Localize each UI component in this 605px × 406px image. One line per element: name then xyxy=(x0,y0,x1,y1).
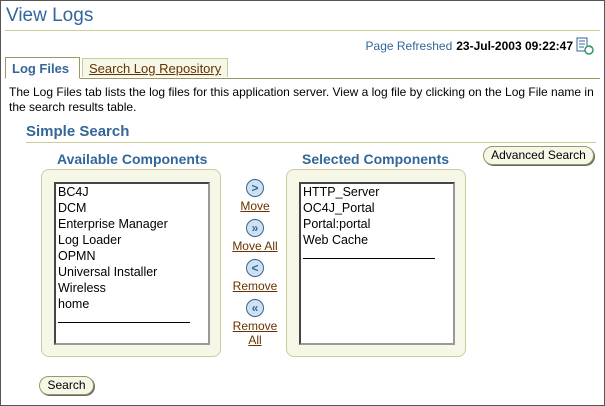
move-all-link[interactable]: Move All xyxy=(227,239,283,253)
refresh-page-icon[interactable] xyxy=(576,37,594,55)
arrow-left-icon[interactable]: < xyxy=(246,259,264,277)
remove-all-control[interactable]: « Remove All xyxy=(227,299,283,347)
double-arrow-right-icon[interactable]: » xyxy=(246,219,264,237)
refresh-label: Page Refreshed xyxy=(365,39,453,53)
list-item[interactable]: BC4J xyxy=(56,184,208,200)
arrow-right-icon[interactable]: > xyxy=(246,179,264,197)
list-item[interactable]: Log Loader xyxy=(56,232,208,248)
selected-components-listbox[interactable]: HTTP_Server OC4J_Portal Portal:portal We… xyxy=(299,182,455,345)
view-logs-page: View Logs Page Refreshed 23-Jul-2003 09:… xyxy=(0,0,605,406)
remove-all-link[interactable]: Remove All xyxy=(227,319,283,347)
available-components-panel: BC4J DCM Enterprise Manager Log Loader O… xyxy=(41,169,221,357)
simple-search-heading: Simple Search xyxy=(26,123,130,140)
page-refreshed-info: Page Refreshed 23-Jul-2003 09:22:47 xyxy=(366,37,594,55)
remove-link[interactable]: Remove xyxy=(227,279,283,293)
tab-log-files[interactable]: Log Files xyxy=(5,57,80,79)
selected-components-panel: HTTP_Server OC4J_Portal Portal:portal We… xyxy=(286,169,466,357)
advanced-search-button[interactable]: Advanced Search xyxy=(483,146,594,165)
remove-control[interactable]: < Remove xyxy=(227,259,283,293)
selected-components-heading: Selected Components xyxy=(302,151,450,167)
section-divider xyxy=(26,142,596,143)
list-item[interactable]: Wireless xyxy=(56,280,208,296)
tab-bar: Log Files Search Log Repository xyxy=(5,57,600,79)
remove-all-link-line1[interactable]: Remove xyxy=(233,319,278,333)
list-separator xyxy=(303,258,435,259)
list-item[interactable]: Enterprise Manager xyxy=(56,216,208,232)
shuttle-controls: > Move » Move All < Remove « Remove All xyxy=(227,179,283,347)
list-separator xyxy=(58,322,190,323)
list-item[interactable]: Web Cache xyxy=(301,232,453,248)
tab-search-log-repository[interactable]: Search Log Repository xyxy=(82,58,229,77)
refresh-timestamp: 23-Jul-2003 09:22:47 xyxy=(456,39,573,53)
list-item[interactable]: HTTP_Server xyxy=(301,184,453,200)
list-item[interactable]: Universal Installer xyxy=(56,264,208,280)
list-item[interactable]: home xyxy=(56,296,208,312)
title-divider xyxy=(5,30,600,31)
list-item[interactable]: OPMN xyxy=(56,248,208,264)
remove-all-link-line2[interactable]: All xyxy=(248,333,261,347)
list-item[interactable]: OC4J_Portal xyxy=(301,200,453,216)
tab-description: The Log Files tab lists the log files fo… xyxy=(9,85,594,114)
move-all-control[interactable]: » Move All xyxy=(227,219,283,253)
list-item[interactable]: DCM xyxy=(56,200,208,216)
double-arrow-left-icon[interactable]: « xyxy=(246,299,264,317)
page-title: View Logs xyxy=(6,5,94,26)
list-item[interactable]: Portal:portal xyxy=(301,216,453,232)
available-components-heading: Available Components xyxy=(57,151,208,167)
available-components-listbox[interactable]: BC4J DCM Enterprise Manager Log Loader O… xyxy=(54,182,210,345)
move-control[interactable]: > Move xyxy=(227,179,283,213)
search-button[interactable]: Search xyxy=(39,376,94,395)
move-link[interactable]: Move xyxy=(227,199,283,213)
